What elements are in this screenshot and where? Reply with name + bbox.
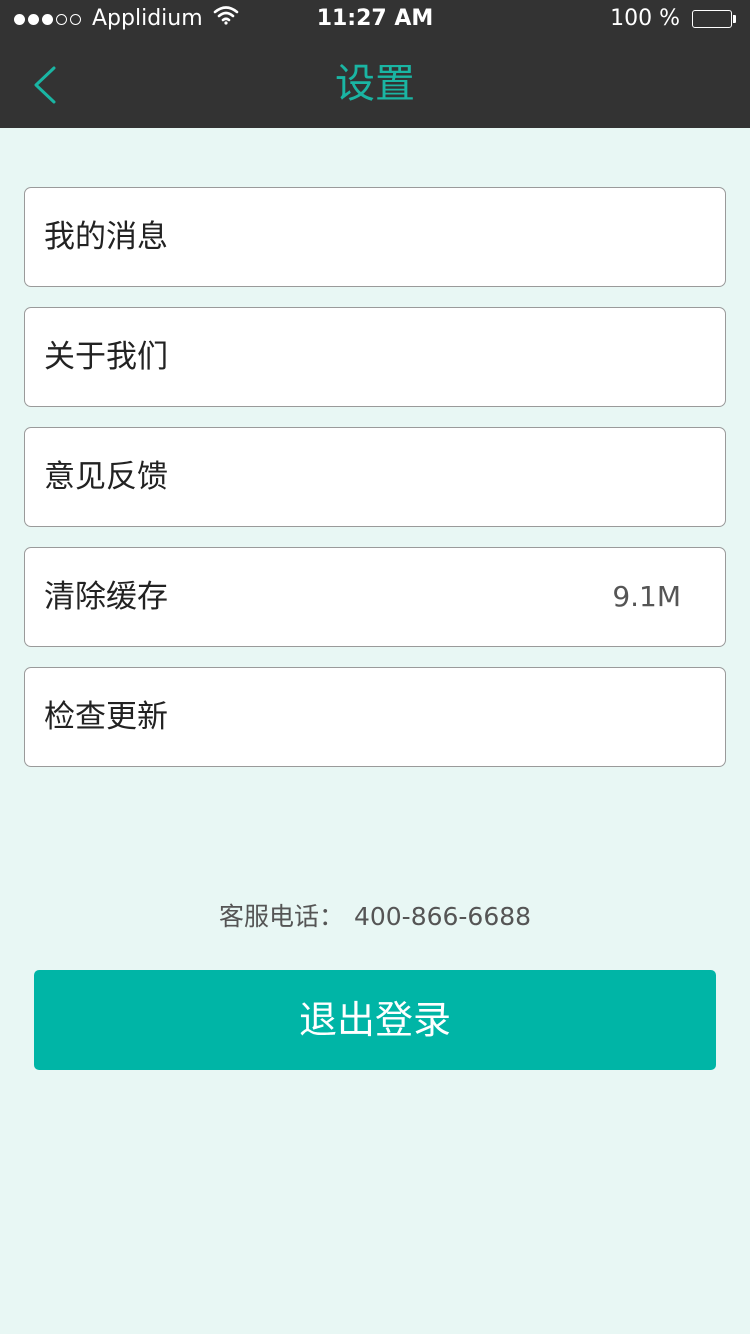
menu-item-clear-cache[interactable]: 清除缓存 9.1M — [24, 547, 726, 647]
status-bar: Applidium 11:27 AM 100 % — [0, 0, 750, 40]
battery-percent: 100 % — [610, 6, 680, 31]
menu-item-feedback[interactable]: 意见反馈 — [24, 427, 726, 527]
hotline-label: 客服电话： — [218, 902, 344, 931]
menu-item-label: 关于我们 — [44, 339, 168, 375]
menu-item-label: 我的消息 — [44, 219, 168, 255]
logout-button[interactable]: 退出登录 — [34, 970, 716, 1070]
battery-icon — [692, 9, 738, 29]
menu-item-label: 清除缓存 — [44, 579, 168, 615]
menu-item-label: 意见反馈 — [44, 459, 168, 495]
customer-service-hotline: 客服电话： 400-866-6688 — [0, 898, 750, 936]
hotline-number[interactable]: 400-866-6688 — [354, 902, 531, 931]
menu-item-check-update[interactable]: 检查更新 — [24, 667, 726, 767]
status-right: 100 % — [610, 4, 738, 34]
page-title: 设置 — [335, 61, 415, 107]
menu-item-label: 检查更新 — [44, 699, 168, 735]
cache-size-value: 9.1M — [612, 580, 681, 613]
menu-item-messages[interactable]: 我的消息 — [24, 187, 726, 287]
settings-menu: 我的消息 关于我们 意见反馈 清除缓存 9.1M 检查更新 — [24, 187, 726, 787]
menu-item-about-us[interactable]: 关于我们 — [24, 307, 726, 407]
top-bar: Applidium 11:27 AM 100 % 设置 — [0, 0, 750, 128]
